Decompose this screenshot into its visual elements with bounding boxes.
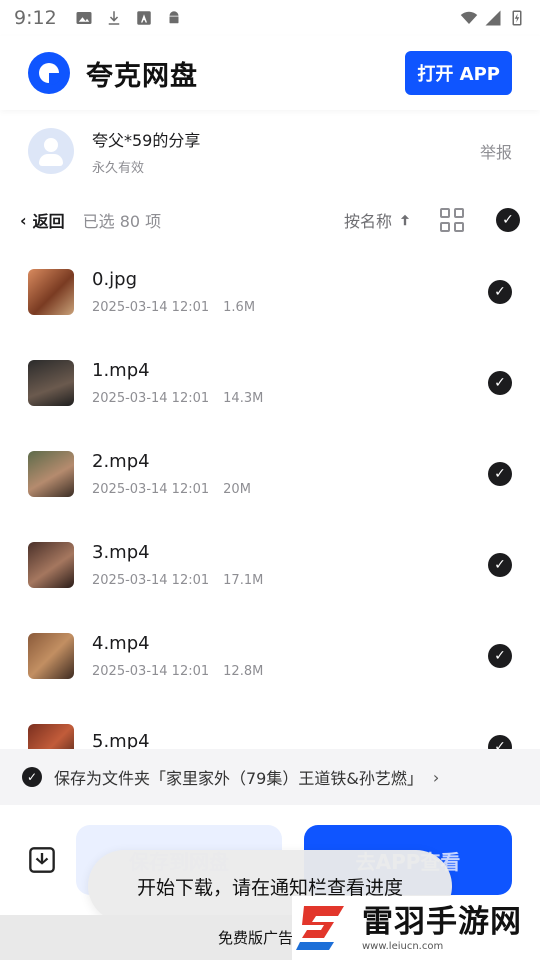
open-app-button[interactable]: 打开 APP xyxy=(405,51,512,95)
file-row[interactable]: 5.mp4 ✓ xyxy=(0,701,540,750)
back-label: 返回 xyxy=(32,212,65,231)
file-thumbnail xyxy=(28,632,74,679)
file-size: 17.1M xyxy=(223,572,264,588)
select-all-check-icon[interactable]: ✓ xyxy=(496,208,520,232)
app-title: 夸克网盘 xyxy=(86,60,198,92)
sort-button[interactable]: 按名称 xyxy=(344,208,412,232)
toolbar: ‹ 返回 已选 80 项 按名称 ✓ xyxy=(0,198,540,242)
share-text: 夸父*59的分享 永久有效 xyxy=(92,127,200,176)
save-path-text: 保存为文件夹「家里家外（79集）王道铁&孙艺燃」 xyxy=(54,769,423,788)
battery-icon xyxy=(512,10,522,26)
ad-text: 免费版广告 xyxy=(218,929,294,947)
grid-view-icon[interactable] xyxy=(440,208,464,232)
file-meta: 0.jpg 2025-03-14 12:01 1.6M xyxy=(92,269,255,315)
watermark-logo-icon xyxy=(296,906,344,950)
arrow-up-icon xyxy=(400,214,410,226)
file-date: 2025-03-14 12:01 xyxy=(92,390,210,406)
file-meta: 4.mp4 2025-03-14 12:01 12.8M xyxy=(92,633,263,679)
chevron-left-icon: ‹ xyxy=(20,210,27,230)
file-row[interactable]: 0.jpg 2025-03-14 12:01 1.6M ✓ xyxy=(0,246,540,337)
file-size: 14.3M xyxy=(223,390,264,406)
report-link[interactable]: 举报 xyxy=(480,139,512,163)
file-date: 2025-03-14 12:01 xyxy=(92,663,210,679)
share-owner: 夸父*59的分享 xyxy=(92,130,201,150)
chevron-right-icon: › xyxy=(432,767,440,787)
download-icon[interactable] xyxy=(22,840,62,880)
file-row[interactable]: 4.mp4 2025-03-14 12:01 12.8M ✓ xyxy=(0,610,540,701)
font-icon xyxy=(136,11,151,25)
file-thumbnail xyxy=(28,450,74,497)
file-check-icon[interactable]: ✓ xyxy=(488,461,512,486)
file-check-icon[interactable]: ✓ xyxy=(488,552,512,577)
file-thumbnail xyxy=(28,723,74,750)
file-date: 2025-03-14 12:01 xyxy=(92,572,210,588)
file-name: 2.mp4 xyxy=(92,450,150,472)
file-meta: 3.mp4 2025-03-14 12:01 17.1M xyxy=(92,542,263,588)
file-name: 4.mp4 xyxy=(92,632,150,654)
file-list: 0.jpg 2025-03-14 12:01 1.6M ✓ 1.mp4 2025-… xyxy=(0,246,540,750)
status-icons-right xyxy=(460,9,526,27)
save-path-check-icon[interactable]: ✓ xyxy=(22,767,42,787)
watermark-url: www.leiucn.com xyxy=(362,940,444,952)
back-button[interactable]: ‹ 返回 xyxy=(20,208,65,232)
avatar xyxy=(28,128,74,174)
status-bar: 9:12 xyxy=(0,0,540,36)
file-size: 20M xyxy=(223,481,251,497)
file-name: 1.mp4 xyxy=(92,359,150,381)
file-name: 0.jpg xyxy=(92,268,138,290)
file-check-icon[interactable]: ✓ xyxy=(488,279,512,304)
file-row[interactable]: 1.mp4 2025-03-14 12:01 14.3M ✓ xyxy=(0,337,540,428)
file-meta: 2.mp4 2025-03-14 12:01 20M xyxy=(92,451,251,497)
share-validity: 永久有效 xyxy=(92,160,145,176)
file-date: 2025-03-14 12:01 xyxy=(92,299,210,315)
file-meta: 1.mp4 2025-03-14 12:01 14.3M xyxy=(92,360,263,406)
file-thumbnail xyxy=(28,359,74,406)
share-info: 夸父*59的分享 永久有效 举报 xyxy=(0,118,540,184)
watermark-title: 雷羽手游网 xyxy=(362,903,522,940)
file-row[interactable]: 2.mp4 2025-03-14 12:01 20M ✓ xyxy=(0,428,540,519)
status-time: 9:12 xyxy=(14,7,57,29)
watermark: 雷羽手游网 www.leiucn.com xyxy=(292,896,540,960)
selected-count: 已选 80 项 xyxy=(82,212,162,231)
file-thumbnail xyxy=(28,268,74,315)
file-date: 2025-03-14 12:01 xyxy=(92,481,210,497)
file-check-icon[interactable]: ✓ xyxy=(488,370,512,395)
file-row[interactable]: 3.mp4 2025-03-14 12:01 17.1M ✓ xyxy=(0,519,540,610)
quark-logo-icon xyxy=(28,52,70,94)
android-icon xyxy=(169,11,179,24)
file-size: 12.8M xyxy=(223,663,264,679)
wifi-icon xyxy=(460,11,478,24)
app-header: 夸克网盘 打开 APP xyxy=(0,36,540,110)
file-name: 5.mp4 xyxy=(92,731,150,750)
file-check-icon[interactable]: ✓ xyxy=(488,643,512,668)
download-icon xyxy=(108,11,119,25)
sort-label: 按名称 xyxy=(343,212,392,231)
file-size: 1.6M xyxy=(223,299,256,315)
save-path-bar[interactable]: ✓ 保存为文件夹「家里家外（79集）王道铁&孙艺燃」 › xyxy=(0,749,540,805)
signal-icon xyxy=(485,10,501,26)
file-name: 3.mp4 xyxy=(92,541,150,563)
file-check-icon[interactable]: ✓ xyxy=(488,734,512,750)
file-meta: 5.mp4 xyxy=(92,731,150,750)
file-thumbnail xyxy=(28,541,74,588)
image-icon xyxy=(76,12,92,24)
status-icons-left xyxy=(75,9,183,27)
